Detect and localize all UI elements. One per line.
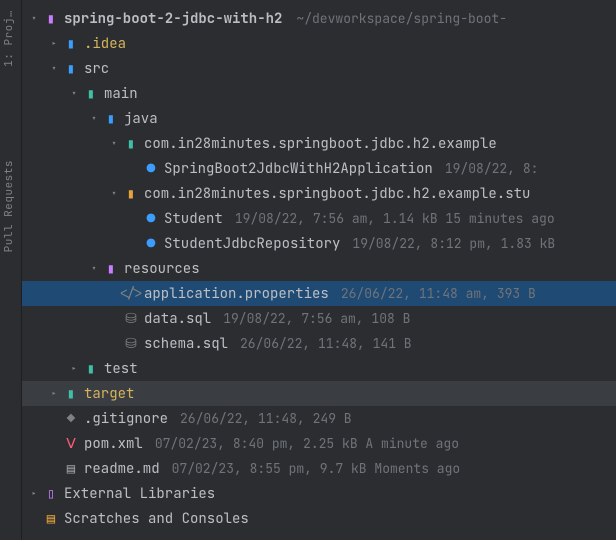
file-schema-sql[interactable]: ⛁ schema.sql 26/06/22, 11:48, 141 B xyxy=(22,331,616,356)
scratches-consoles[interactable]: ▤ Scratches and Consoles xyxy=(22,506,616,531)
test-label: test xyxy=(104,360,138,378)
class-student[interactable]: ● Student 19/08/22, 7:56 am, 1.14 kB 15 … xyxy=(22,206,616,231)
class-student-label: Student xyxy=(164,210,223,228)
class-icon: ● xyxy=(142,160,160,178)
resources-folder[interactable]: ▾ ▮ resources xyxy=(22,256,616,281)
chevron-right-icon[interactable]: ▸ xyxy=(66,362,82,375)
chevron-down-icon[interactable]: ▾ xyxy=(106,187,122,200)
chevron-down-icon[interactable]: ▾ xyxy=(26,12,42,25)
file-data-sql[interactable]: ⛁ data.sql 19/08/22, 7:56 am, 108 B xyxy=(22,306,616,331)
class-app-meta: 19/08/22, 8: xyxy=(445,160,539,177)
file-application-properties[interactable]: </> application.properties 26/06/22, 11:… xyxy=(22,281,616,306)
class-app-label: SpringBoot2JdbcWithH2Application xyxy=(164,160,433,178)
markdown-icon: ▤ xyxy=(62,460,80,478)
source-folder-icon: ▮ xyxy=(102,110,120,128)
chevron-down-icon[interactable]: ▾ xyxy=(46,62,62,75)
target-label: target xyxy=(84,385,134,403)
class-icon: ● xyxy=(142,235,160,253)
gitignore-label: .gitignore xyxy=(84,410,168,428)
project-tree[interactable]: ▾ ▮ spring-boot-2-jdbc-with-h2 ~/devwork… xyxy=(22,0,616,531)
package-icon: ▮ xyxy=(122,185,140,203)
idea-folder[interactable]: ▸ ▮ .idea xyxy=(22,31,616,56)
java-label: java xyxy=(124,110,158,128)
resources-label: resources xyxy=(124,260,200,278)
pom-label: pom.xml xyxy=(84,435,143,453)
test-folder[interactable]: ▸ ▮ test xyxy=(22,356,616,381)
folder-icon: ▮ xyxy=(62,60,80,78)
library-icon: ▯ xyxy=(42,485,60,503)
class-repo[interactable]: ● StudentJdbcRepository 19/08/22, 8:12 p… xyxy=(22,231,616,256)
folder-icon: ▮ xyxy=(62,35,80,53)
class-repo-label: StudentJdbcRepository xyxy=(164,235,340,253)
class-icon: ● xyxy=(142,210,160,228)
app-props-label: application.properties xyxy=(144,285,329,303)
ext-lib-label: External Libraries xyxy=(64,485,215,503)
chevron-down-icon[interactable]: ▾ xyxy=(106,137,122,150)
src-folder[interactable]: ▾ ▮ src xyxy=(22,56,616,81)
project-root-label: spring-boot-2-jdbc-with-h2 xyxy=(64,10,282,28)
package-icon: ▮ xyxy=(122,135,140,153)
gitignore-icon: ◆ xyxy=(62,410,80,428)
tool-window-strip: 1: Proj… Pull Requests xyxy=(0,0,22,540)
project-root[interactable]: ▾ ▮ spring-boot-2-jdbc-with-h2 ~/devwork… xyxy=(22,6,616,31)
folder-icon: ▮ xyxy=(82,85,100,103)
data-sql-label: data.sql xyxy=(144,310,211,328)
data-sql-meta: 19/08/22, 7:56 am, 108 B xyxy=(223,310,410,327)
external-libraries[interactable]: ▸ ▯ External Libraries xyxy=(22,481,616,506)
pom-meta: 07/02/23, 8:40 pm, 2.25 kB A minute ago xyxy=(155,435,459,452)
idea-label: .idea xyxy=(84,35,126,53)
pull-requests-tool-tab[interactable]: Pull Requests xyxy=(2,160,16,252)
main-folder[interactable]: ▾ ▮ main xyxy=(22,81,616,106)
main-label: main xyxy=(104,85,138,103)
class-app[interactable]: ● SpringBoot2JdbcWithH2Application 19/08… xyxy=(22,156,616,181)
project-root-icon: ▮ xyxy=(42,10,60,28)
chevron-down-icon[interactable]: ▾ xyxy=(66,87,82,100)
project-tool-tab[interactable]: 1: Proj… xyxy=(2,10,16,67)
file-readme[interactable]: ▤ readme.md 07/02/23, 8:55 pm, 9.7 kB Mo… xyxy=(22,456,616,481)
gitignore-meta: 26/06/22, 11:48, 249 B xyxy=(180,410,352,427)
scratches-label: Scratches and Consoles xyxy=(64,510,249,528)
readme-meta: 07/02/23, 8:55 pm, 9.7 kB Moments ago xyxy=(172,460,461,477)
properties-file-icon: </> xyxy=(122,285,140,303)
package-student[interactable]: ▾ ▮ com.in28minutes.springboot.jdbc.h2.e… xyxy=(22,181,616,206)
chevron-right-icon[interactable]: ▸ xyxy=(46,37,62,50)
package-example[interactable]: ▾ ▮ com.in28minutes.springboot.jdbc.h2.e… xyxy=(22,131,616,156)
chevron-down-icon[interactable]: ▾ xyxy=(86,262,102,275)
src-label: src xyxy=(84,60,109,78)
maven-icon: Ⅴ xyxy=(62,435,80,453)
chevron-right-icon[interactable]: ▸ xyxy=(26,487,42,500)
excluded-folder-icon: ▮ xyxy=(62,385,80,403)
project-root-path: ~/devworkspace/spring-boot- xyxy=(296,10,507,27)
sql-file-icon: ⛁ xyxy=(122,310,140,328)
file-pom[interactable]: Ⅴ pom.xml 07/02/23, 8:40 pm, 2.25 kB A m… xyxy=(22,431,616,456)
sql-file-icon: ⛁ xyxy=(122,335,140,353)
target-folder[interactable]: ▸ ▮ target xyxy=(22,381,616,406)
scratches-icon: ▤ xyxy=(42,510,60,528)
class-repo-meta: 19/08/22, 8:12 pm, 1.83 kB xyxy=(352,235,555,252)
schema-sql-meta: 26/06/22, 11:48, 141 B xyxy=(240,335,412,352)
app-props-meta: 26/06/22, 11:48 am, 393 B xyxy=(341,285,536,302)
java-folder[interactable]: ▾ ▮ java xyxy=(22,106,616,131)
chevron-down-icon[interactable]: ▾ xyxy=(86,112,102,125)
chevron-right-icon[interactable]: ▸ xyxy=(46,387,62,400)
resources-folder-icon: ▮ xyxy=(102,260,120,278)
schema-sql-label: schema.sql xyxy=(144,335,228,353)
file-gitignore[interactable]: ◆ .gitignore 26/06/22, 11:48, 249 B xyxy=(22,406,616,431)
class-student-meta: 19/08/22, 7:56 am, 1.14 kB 15 minutes ag… xyxy=(235,210,555,227)
readme-label: readme.md xyxy=(84,460,160,478)
folder-icon: ▮ xyxy=(82,360,100,378)
package-example-label: com.in28minutes.springboot.jdbc.h2.examp… xyxy=(144,135,497,153)
package-student-label: com.in28minutes.springboot.jdbc.h2.examp… xyxy=(144,185,530,203)
